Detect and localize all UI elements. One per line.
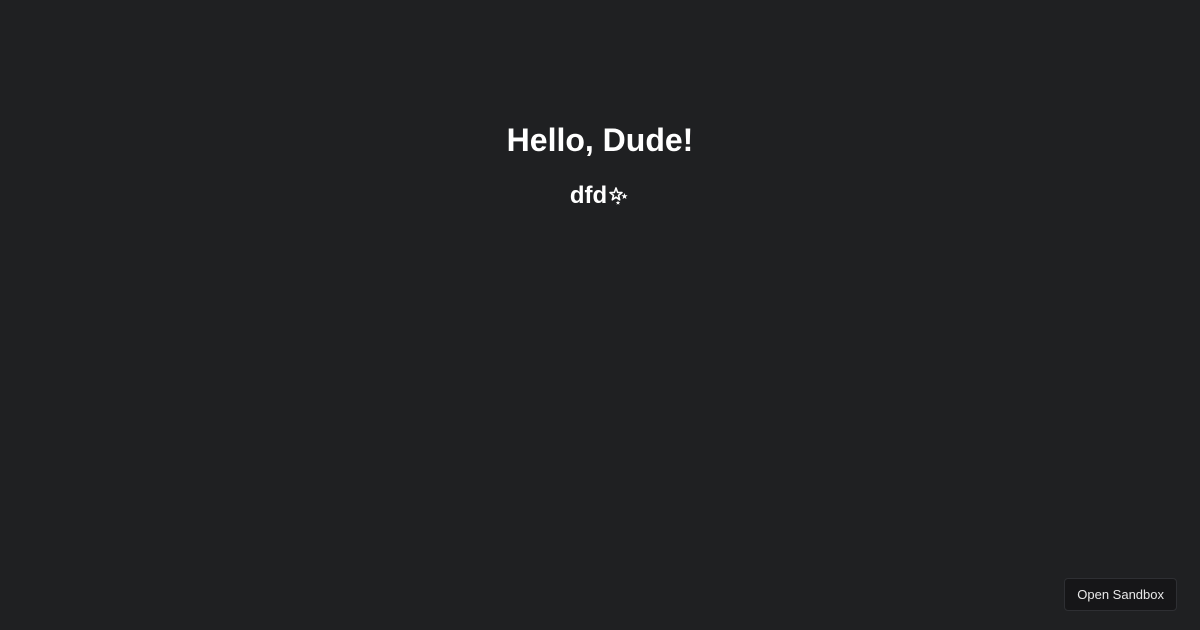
page: Hello, Dude! dfd Open Sandbox <box>0 0 1200 630</box>
subtitle-text: dfd <box>569 182 608 209</box>
page-subtitle: dfd <box>0 181 1200 211</box>
page-title: Hello, Dude! <box>506 122 694 158</box>
open-sandbox-button[interactable]: Open Sandbox <box>1064 578 1177 611</box>
sparkles-icon <box>608 185 630 207</box>
